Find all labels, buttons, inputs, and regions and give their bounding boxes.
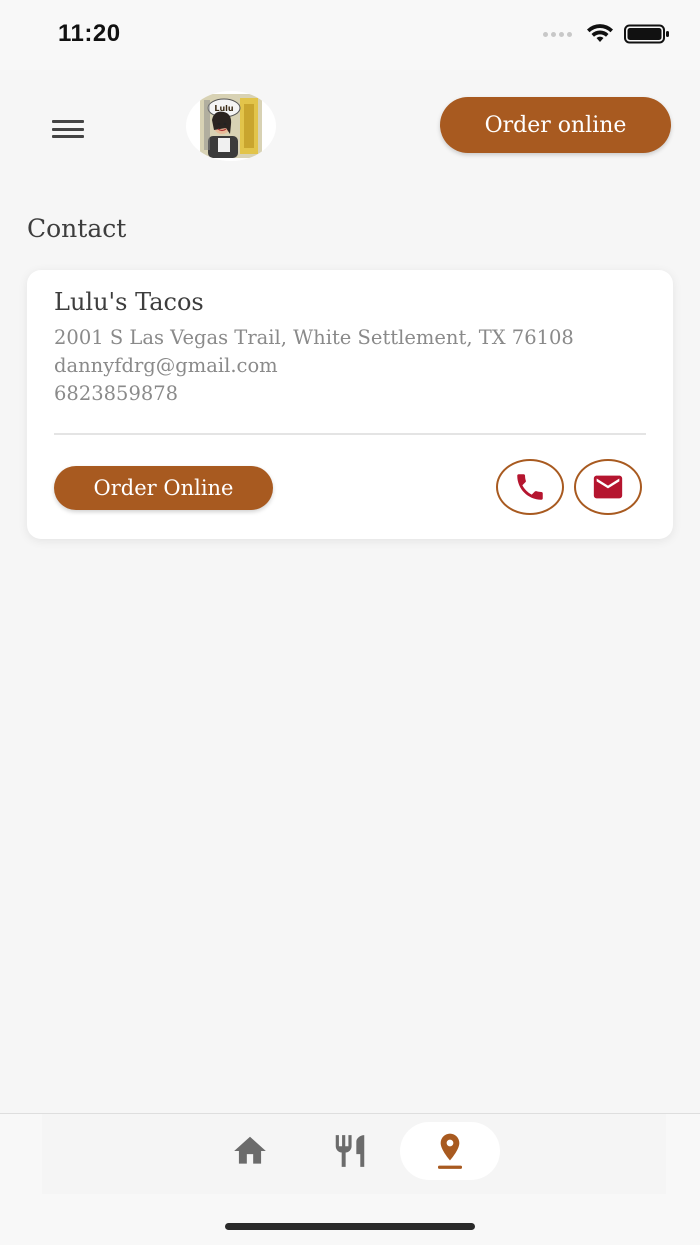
hamburger-icon-line xyxy=(52,135,84,138)
phone-icon xyxy=(517,474,543,500)
call-button[interactable] xyxy=(496,459,564,515)
wifi-icon xyxy=(587,24,613,42)
page-title: Contact xyxy=(27,214,127,243)
order-online-card-button[interactable]: Order Online xyxy=(54,466,273,510)
svg-text:Lulu: Lulu xyxy=(214,104,234,113)
nav-menu[interactable] xyxy=(328,1122,372,1180)
hamburger-menu-button[interactable] xyxy=(48,114,88,144)
app-header: Lulu Order online xyxy=(0,70,700,190)
cellular-signal-icon xyxy=(543,31,572,37)
restaurant-logo[interactable]: Lulu xyxy=(186,91,276,161)
hamburger-icon-line xyxy=(52,127,84,131)
nav-location[interactable] xyxy=(400,1122,500,1180)
email-button[interactable] xyxy=(574,459,642,515)
restaurant-address: 2001 S Las Vegas Trail, White Settlement… xyxy=(54,326,574,349)
status-time: 11:20 xyxy=(58,20,121,47)
restaurant-name: Lulu's Tacos xyxy=(54,288,204,316)
nav-home[interactable] xyxy=(228,1122,272,1180)
logo-image: Lulu xyxy=(200,94,262,158)
mail-icon xyxy=(593,475,623,499)
fork-knife-icon xyxy=(335,1135,365,1167)
status-icons xyxy=(543,24,670,44)
card-divider xyxy=(54,433,646,435)
home-indicator xyxy=(225,1223,475,1230)
home-icon xyxy=(234,1136,266,1164)
location-pin-icon xyxy=(438,1133,462,1169)
restaurant-phone: 6823859878 xyxy=(54,382,179,405)
status-bar: 11:20 xyxy=(0,0,700,70)
order-online-header-button[interactable]: Order online xyxy=(440,97,671,153)
hamburger-icon-line xyxy=(52,120,84,123)
restaurant-email: dannyfdrg@gmail.com xyxy=(54,354,278,377)
contact-card: Lulu's Tacos 2001 S Las Vegas Trail, Whi… xyxy=(27,270,673,539)
battery-icon xyxy=(624,24,669,44)
